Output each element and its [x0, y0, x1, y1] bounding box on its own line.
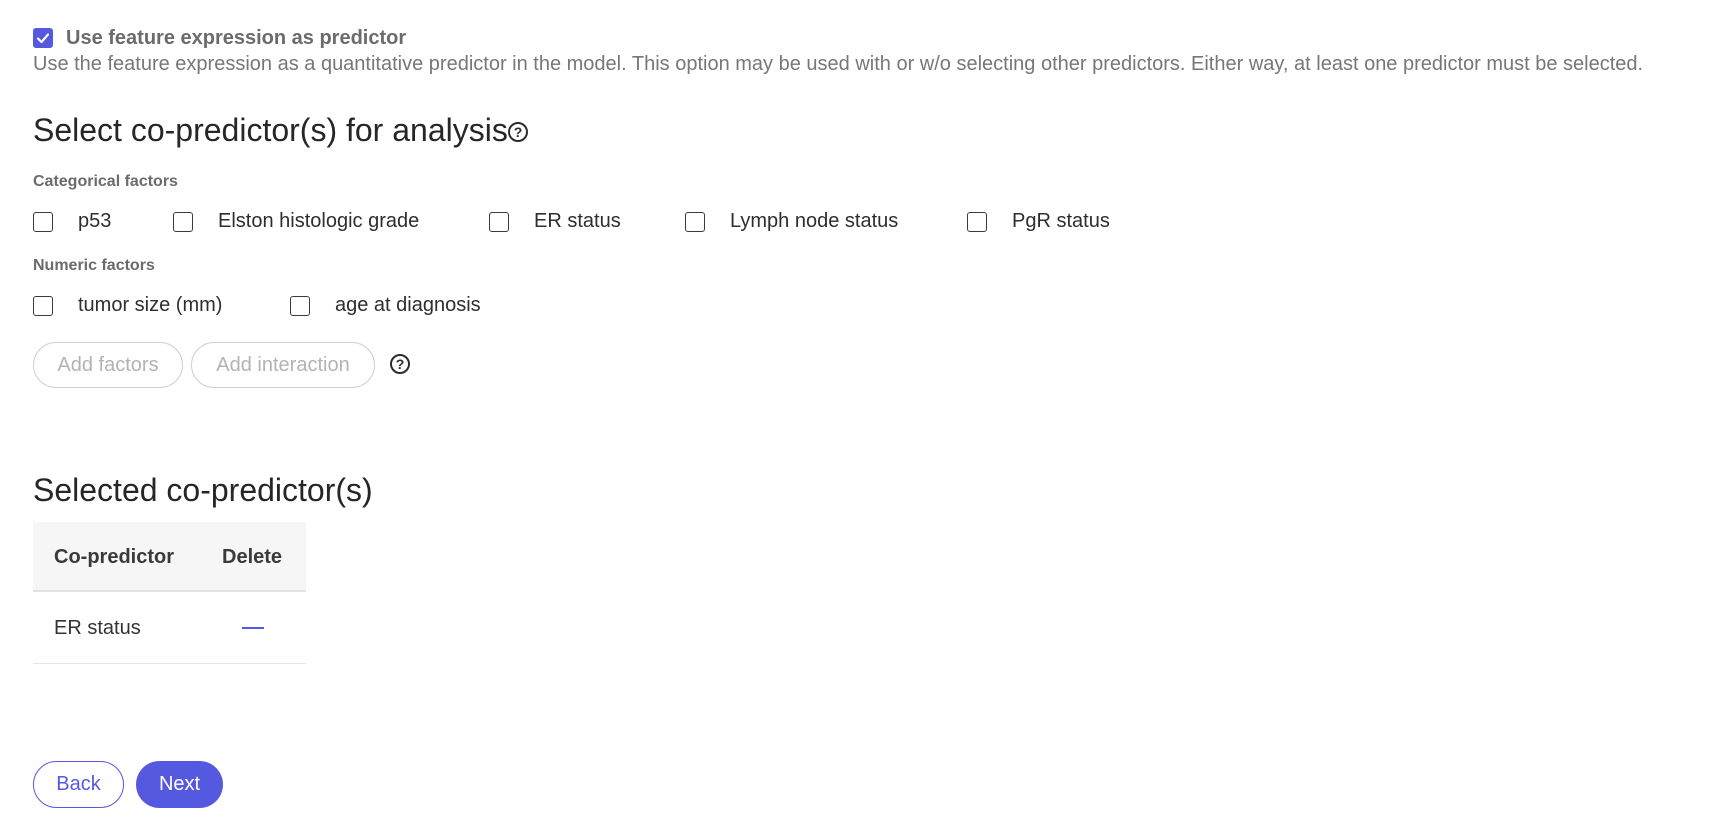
table-row: ER status — [33, 592, 306, 664]
feature-expression-checkbox[interactable] — [33, 28, 53, 48]
selected-co-predictors-title: Selected co-predictor(s) — [33, 472, 373, 508]
checkmark-icon — [36, 33, 50, 44]
checkbox-label-p53[interactable]: p53 — [78, 210, 111, 233]
table-header: Co-predictor Delete — [33, 522, 306, 592]
help-icon[interactable]: ? — [390, 354, 410, 374]
checkbox-label-pgr-status[interactable]: PgR status — [1012, 210, 1110, 233]
back-button[interactable]: Back — [33, 761, 124, 808]
feature-expression-description: Use the feature expression as a quantita… — [33, 53, 1644, 75]
categorical-factors-label: Categorical factors — [33, 173, 178, 190]
co-predictor-name: ER status — [54, 617, 141, 639]
checkbox-lymph-node-status[interactable] — [685, 212, 705, 232]
help-icon[interactable]: ? — [508, 122, 528, 142]
minus-icon — [242, 627, 264, 629]
delete-row-button[interactable] — [233, 613, 273, 643]
feature-expression-label[interactable]: Use feature expression as predictor — [66, 27, 406, 50]
checkbox-elston-histologic-grade[interactable] — [173, 212, 193, 232]
numeric-factors-label: Numeric factors — [33, 257, 155, 274]
add-interaction-button[interactable]: Add interaction — [191, 342, 375, 388]
checkbox-pgr-status[interactable] — [967, 212, 987, 232]
checkbox-tumor-size[interactable] — [33, 296, 53, 316]
checkbox-label-age-at-diagnosis[interactable]: age at diagnosis — [335, 294, 481, 317]
column-header-co-predictor: Co-predictor — [54, 546, 174, 568]
checkbox-label-elston-histologic-grade[interactable]: Elston histologic grade — [218, 210, 419, 233]
co-predictor-section-title: Select co-predictor(s) for analysis — [33, 112, 508, 148]
add-factors-button[interactable]: Add factors — [33, 342, 183, 388]
checkbox-p53[interactable] — [33, 212, 53, 232]
checkbox-age-at-diagnosis[interactable] — [290, 296, 310, 316]
checkbox-label-er-status[interactable]: ER status — [534, 210, 621, 233]
checkbox-label-lymph-node-status[interactable]: Lymph node status — [730, 210, 898, 233]
checkbox-label-tumor-size[interactable]: tumor size (mm) — [78, 294, 222, 317]
column-header-delete: Delete — [222, 546, 283, 568]
next-button[interactable]: Next — [136, 761, 223, 808]
checkbox-er-status[interactable] — [489, 212, 509, 232]
